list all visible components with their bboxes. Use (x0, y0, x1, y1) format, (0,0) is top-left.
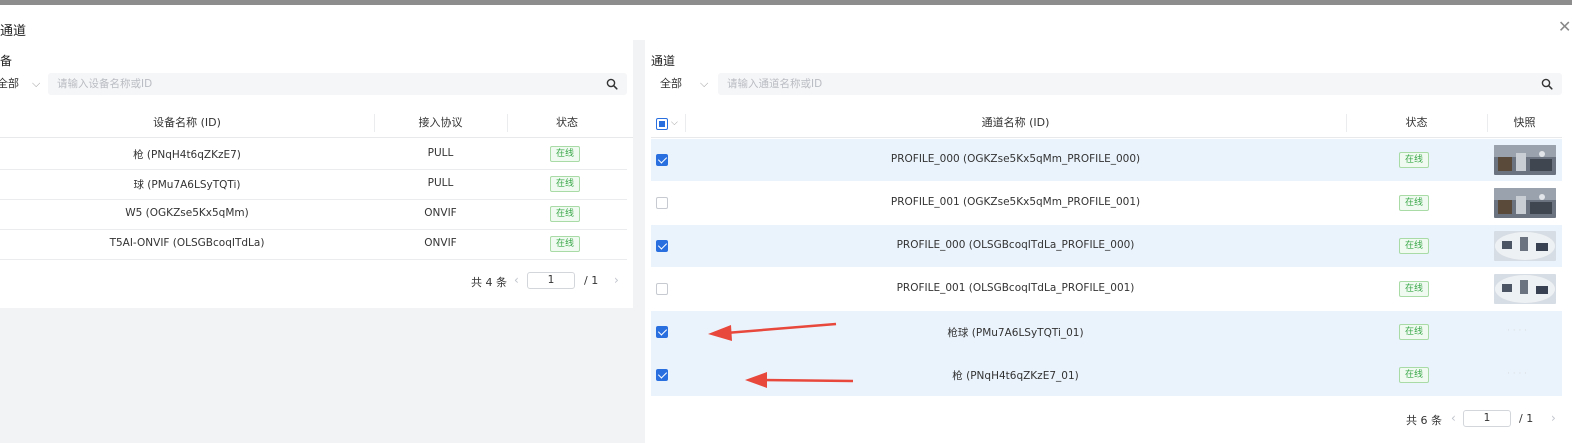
column-header-status[interactable]: 状态 (1346, 108, 1487, 138)
prev-page-icon[interactable]: ‹ (1451, 411, 1456, 425)
pager-total: 共 6 条 (1406, 414, 1442, 427)
page-number-input[interactable]: 1 (1463, 410, 1511, 427)
row-divider (0, 259, 627, 260)
status-badge: 在线 (1399, 324, 1429, 340)
status-badge: 在线 (1399, 152, 1429, 168)
status-badge: 在线 (550, 206, 580, 222)
dialog-title: 通道 (0, 24, 27, 39)
status-badge: 在线 (1399, 367, 1429, 383)
channel-name: 枪 (PNqH4t6qZKzE7_01) (952, 370, 1079, 382)
channel-name: PROFILE_000 (OGKZse5Kx5qMm_PROFILE_000) (890, 153, 1141, 165)
page-number-input[interactable]: 1 (527, 272, 575, 289)
row-checkbox[interactable] (656, 240, 668, 252)
snapshot-empty: · · · · (1507, 369, 1528, 379)
window-top-bar (0, 0, 1572, 5)
device-panel: 备 全部 ⌵ 设备名称 (ID) 接入协议 状态 枪 (PNqH4t6qZKzE… (0, 44, 633, 308)
row-divider (0, 199, 627, 200)
device-protocol: PULL (427, 147, 454, 159)
close-icon[interactable]: ✕ (1558, 17, 1571, 36)
channel-filter-select[interactable]: 全部 (660, 73, 682, 95)
row-checkbox[interactable] (656, 154, 668, 166)
snapshot-thumbnail[interactable] (1494, 274, 1556, 304)
select-all-checkbox[interactable] (656, 118, 668, 130)
device-name: W5 (OGKZse5Kx5qMm) (125, 207, 249, 219)
device-name: 枪 (PNqH4t6qZKzE7) (133, 149, 241, 161)
channel-search-input[interactable] (718, 73, 1562, 95)
channel-name: 枪球 (PMu7A6LSyTQTi_01) (947, 327, 1084, 339)
device-search-box[interactable] (48, 73, 627, 95)
chevron-down-icon[interactable]: ⌵ (671, 112, 678, 134)
channel-name: PROFILE_001 (OLSGBcoqITdLa_PROFILE_001) (896, 282, 1135, 294)
pager-total: 共 4 条 (471, 276, 507, 289)
left-panel-background (0, 308, 645, 443)
row-checkbox[interactable] (656, 283, 668, 295)
chevron-down-icon[interactable]: ⌵ (700, 73, 708, 95)
device-protocol: ONVIF (424, 207, 457, 219)
prev-page-icon[interactable]: ‹ (514, 273, 519, 287)
snapshot-thumbnail[interactable] (1494, 188, 1556, 218)
channel-panel-title: 通道 (651, 54, 676, 68)
device-protocol: PULL (427, 177, 454, 189)
next-page-icon[interactable]: › (1551, 411, 1556, 425)
device-filter-select[interactable]: 全部 (0, 73, 19, 95)
status-badge: 在线 (550, 176, 580, 192)
status-badge: 在线 (550, 146, 580, 162)
column-header-snapshot[interactable]: 快照 (1487, 108, 1562, 138)
device-protocol: ONVIF (424, 237, 457, 249)
row-checkbox[interactable] (656, 326, 668, 338)
channel-name: PROFILE_001 (OGKZse5Kx5qMm_PROFILE_001) (890, 196, 1141, 208)
column-header-protocol[interactable]: 接入协议 (374, 108, 507, 138)
snapshot-thumbnail[interactable] (1494, 145, 1556, 175)
channel-panel: 通道 全部 ⌵ ⌵ 通道名称 (ID) 状态 快照 PROFILE_000 (O… (645, 44, 1572, 443)
device-panel-title: 备 (0, 54, 13, 68)
status-badge: 在线 (1399, 281, 1429, 297)
device-name: 球 (PMu7A6LSyTQTi) (133, 179, 241, 191)
row-divider (0, 229, 627, 230)
status-badge: 在线 (550, 236, 580, 252)
device-search-input[interactable] (48, 73, 627, 95)
page-count: / 1 (1519, 412, 1534, 425)
device-name: T5AI-ONVIF (OLSGBcoqITdLa) (109, 237, 265, 249)
snapshot-empty: · · · · (1507, 326, 1528, 336)
row-checkbox[interactable] (656, 197, 668, 209)
row-checkbox[interactable] (656, 369, 668, 381)
next-page-icon[interactable]: › (614, 273, 619, 287)
status-badge: 在线 (1399, 195, 1429, 211)
chevron-down-icon[interactable]: ⌵ (32, 73, 40, 95)
status-badge: 在线 (1399, 238, 1429, 254)
panel-gap (633, 40, 645, 443)
search-icon[interactable] (606, 78, 618, 90)
page-count: / 1 (584, 274, 599, 287)
row-divider (0, 169, 627, 170)
snapshot-thumbnail[interactable] (1494, 231, 1556, 261)
column-header-channel-name[interactable]: 通道名称 (ID) (685, 108, 1346, 138)
column-header-device-name[interactable]: 设备名称 (ID) (0, 108, 374, 138)
search-icon[interactable] (1541, 78, 1553, 90)
column-header-status[interactable]: 状态 (507, 108, 627, 138)
channel-search-box[interactable] (718, 73, 1562, 95)
channel-name: PROFILE_000 (OLSGBcoqITdLa_PROFILE_000) (896, 239, 1135, 251)
